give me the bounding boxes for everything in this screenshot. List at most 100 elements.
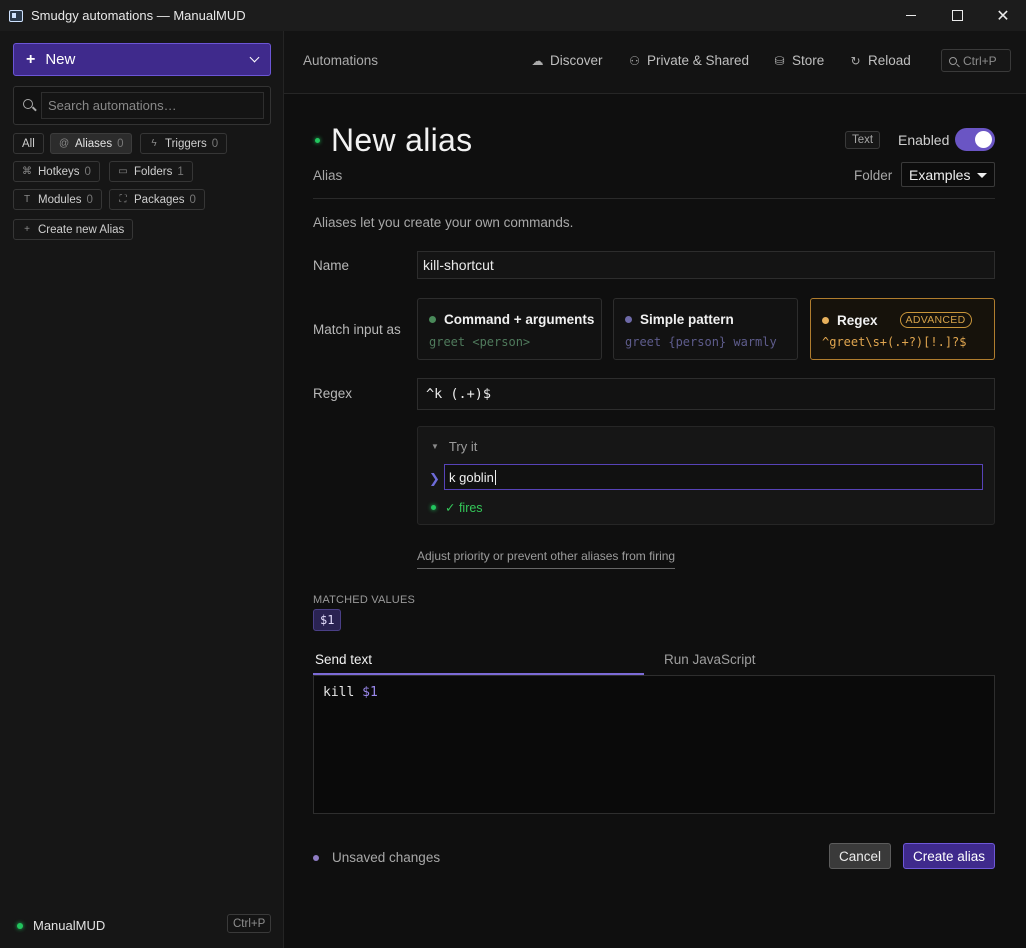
mud-status[interactable]: ManualMUD: [17, 918, 105, 933]
filter-count: 0: [189, 193, 196, 206]
status-dot-icon: [315, 138, 320, 143]
create-alias-button[interactable]: Create alias: [903, 843, 995, 869]
filter-triggers[interactable]: ϟ Triggers 0: [140, 133, 228, 154]
app-icon: [9, 9, 23, 22]
folder-icon: ▭: [118, 166, 128, 177]
nav-reload[interactable]: ↻ Reload: [849, 53, 910, 68]
triangle-down-icon: ▼: [431, 442, 439, 451]
filter-label: All: [22, 137, 35, 150]
option-dot-icon: [822, 316, 829, 324]
tab-send-text[interactable]: Send text: [313, 648, 644, 675]
option-example: greet {person} warmly: [625, 335, 777, 349]
caret-down-icon: [977, 173, 987, 178]
create-new-alias-label: Create new Alias: [38, 223, 125, 236]
match-option-simple[interactable]: Simple pattern greet {person} warmly: [613, 298, 798, 360]
nav-label: Private & Shared: [647, 53, 750, 68]
filter-count: 1: [177, 165, 184, 178]
maximize-icon[interactable]: [934, 0, 980, 31]
new-button-label: New: [45, 51, 76, 68]
new-button[interactable]: + New: [13, 43, 271, 76]
filter-count: 0: [86, 193, 93, 206]
try-it-panel: ▼ Try it ❯ k goblin ✓ fires: [417, 426, 995, 525]
sidebar: + New All @ Aliases 0 ϟ Triggers 0 ⌘ Hot…: [0, 31, 284, 948]
filter-all[interactable]: All: [13, 133, 44, 154]
search-icon: [23, 99, 33, 109]
match-option-regex[interactable]: Regex ADVANCED ^greet\s+(.+?)[!.]?$: [810, 298, 995, 360]
page-heading: Automations: [303, 53, 379, 68]
command-icon: ⌘: [22, 166, 32, 177]
type-badge: Text: [845, 131, 881, 149]
nav-label: Store: [792, 53, 825, 68]
window-title: Smudgy automations — ManualMUD: [31, 8, 246, 23]
filter-aliases[interactable]: @ Aliases 0: [50, 133, 133, 154]
unsaved-indicator: Unsaved changes: [313, 850, 440, 865]
filter-count: 0: [211, 137, 219, 150]
folder-value: Examples: [909, 166, 971, 183]
filter-packages[interactable]: ⛶ Packages 0: [109, 189, 205, 210]
filter-modules[interactable]: T Modules 0: [13, 189, 102, 210]
option-title: Regex: [837, 312, 878, 328]
title-bar: Smudgy automations — ManualMUD ✕: [0, 0, 1026, 31]
minimize-icon[interactable]: [888, 0, 934, 31]
try-it-title: Try it: [448, 439, 478, 454]
try-it-header[interactable]: ▼ Try it: [431, 439, 477, 454]
action-tabs: Send text Run JavaScript: [313, 648, 995, 675]
page-title: New alias: [331, 122, 473, 158]
filter-count: 0: [84, 165, 91, 178]
unsaved-label: Unsaved changes: [332, 850, 441, 865]
nav-label: Discover: [550, 53, 603, 68]
nav-private-shared[interactable]: ⚇ Private & Shared: [628, 53, 749, 68]
regex-input[interactable]: ^k (.+)$: [417, 378, 995, 410]
lightning-icon: ϟ: [151, 138, 157, 149]
page-subtitle: Alias: [313, 168, 343, 183]
filter-hotkeys[interactable]: ⌘ Hotkeys 0: [13, 161, 100, 182]
filter-label: Modules: [38, 193, 82, 206]
send-text-editor[interactable]: kill $1: [313, 675, 995, 814]
filter-label: Aliases: [75, 137, 113, 150]
window-controls: ✕: [888, 0, 1026, 31]
option-title: Simple pattern: [640, 312, 734, 327]
name-input[interactable]: kill-shortcut: [417, 251, 995, 279]
option-title: Command + arguments: [444, 312, 595, 327]
test-input-value: k goblin: [449, 469, 494, 485]
create-new-alias-button[interactable]: + Create new Alias: [13, 219, 134, 240]
match-option-command[interactable]: Command + arguments greet <person>: [417, 298, 602, 360]
enabled-toggle[interactable]: [955, 128, 995, 151]
search-icon: [949, 56, 957, 65]
code-command: kill: [323, 685, 355, 700]
regex-label: Regex: [313, 386, 353, 401]
tab-run-javascript[interactable]: Run JavaScript: [664, 648, 995, 675]
filter-folders[interactable]: ▭ Folders 1: [109, 161, 193, 182]
filter-label: Triggers: [165, 137, 207, 150]
nav-discover[interactable]: ☁ Discover: [531, 53, 603, 68]
nav-store[interactable]: ⛁ Store: [773, 53, 824, 68]
mud-name: ManualMUD: [33, 918, 106, 933]
database-icon: ⛁: [774, 53, 785, 68]
connected-dot-icon: [17, 922, 23, 929]
plus-icon: +: [24, 224, 30, 235]
match-label: Match input as: [313, 322, 401, 337]
filter-label: Folders: [134, 165, 173, 178]
search-input[interactable]: [41, 92, 264, 119]
module-icon: T: [23, 194, 31, 205]
folder-label: Folder: [854, 168, 893, 183]
text-cursor: [494, 469, 496, 485]
option-example: greet <person>: [429, 335, 531, 349]
package-icon: ⛶: [119, 194, 127, 205]
plus-icon: +: [26, 50, 36, 68]
matched-value-chip[interactable]: $1: [313, 609, 342, 631]
folder-select[interactable]: Examples: [901, 162, 995, 187]
cloud-icon: ☁: [531, 53, 544, 68]
filter-label: Hotkeys: [38, 165, 80, 178]
test-input[interactable]: k goblin: [444, 464, 983, 490]
unsaved-dot-icon: [313, 854, 319, 861]
divider: [313, 198, 995, 199]
chevron-down-icon: [249, 52, 260, 63]
adjust-priority-link[interactable]: Adjust priority or prevent other aliases…: [417, 549, 676, 569]
cancel-button[interactable]: Cancel: [829, 843, 891, 869]
test-result-text: ✓ fires: [445, 501, 483, 515]
code-variable: $1: [362, 685, 378, 700]
prompt-icon: ❯: [429, 471, 440, 486]
command-search-button[interactable]: Ctrl+P: [941, 49, 1011, 72]
close-icon[interactable]: ✕: [980, 0, 1026, 31]
